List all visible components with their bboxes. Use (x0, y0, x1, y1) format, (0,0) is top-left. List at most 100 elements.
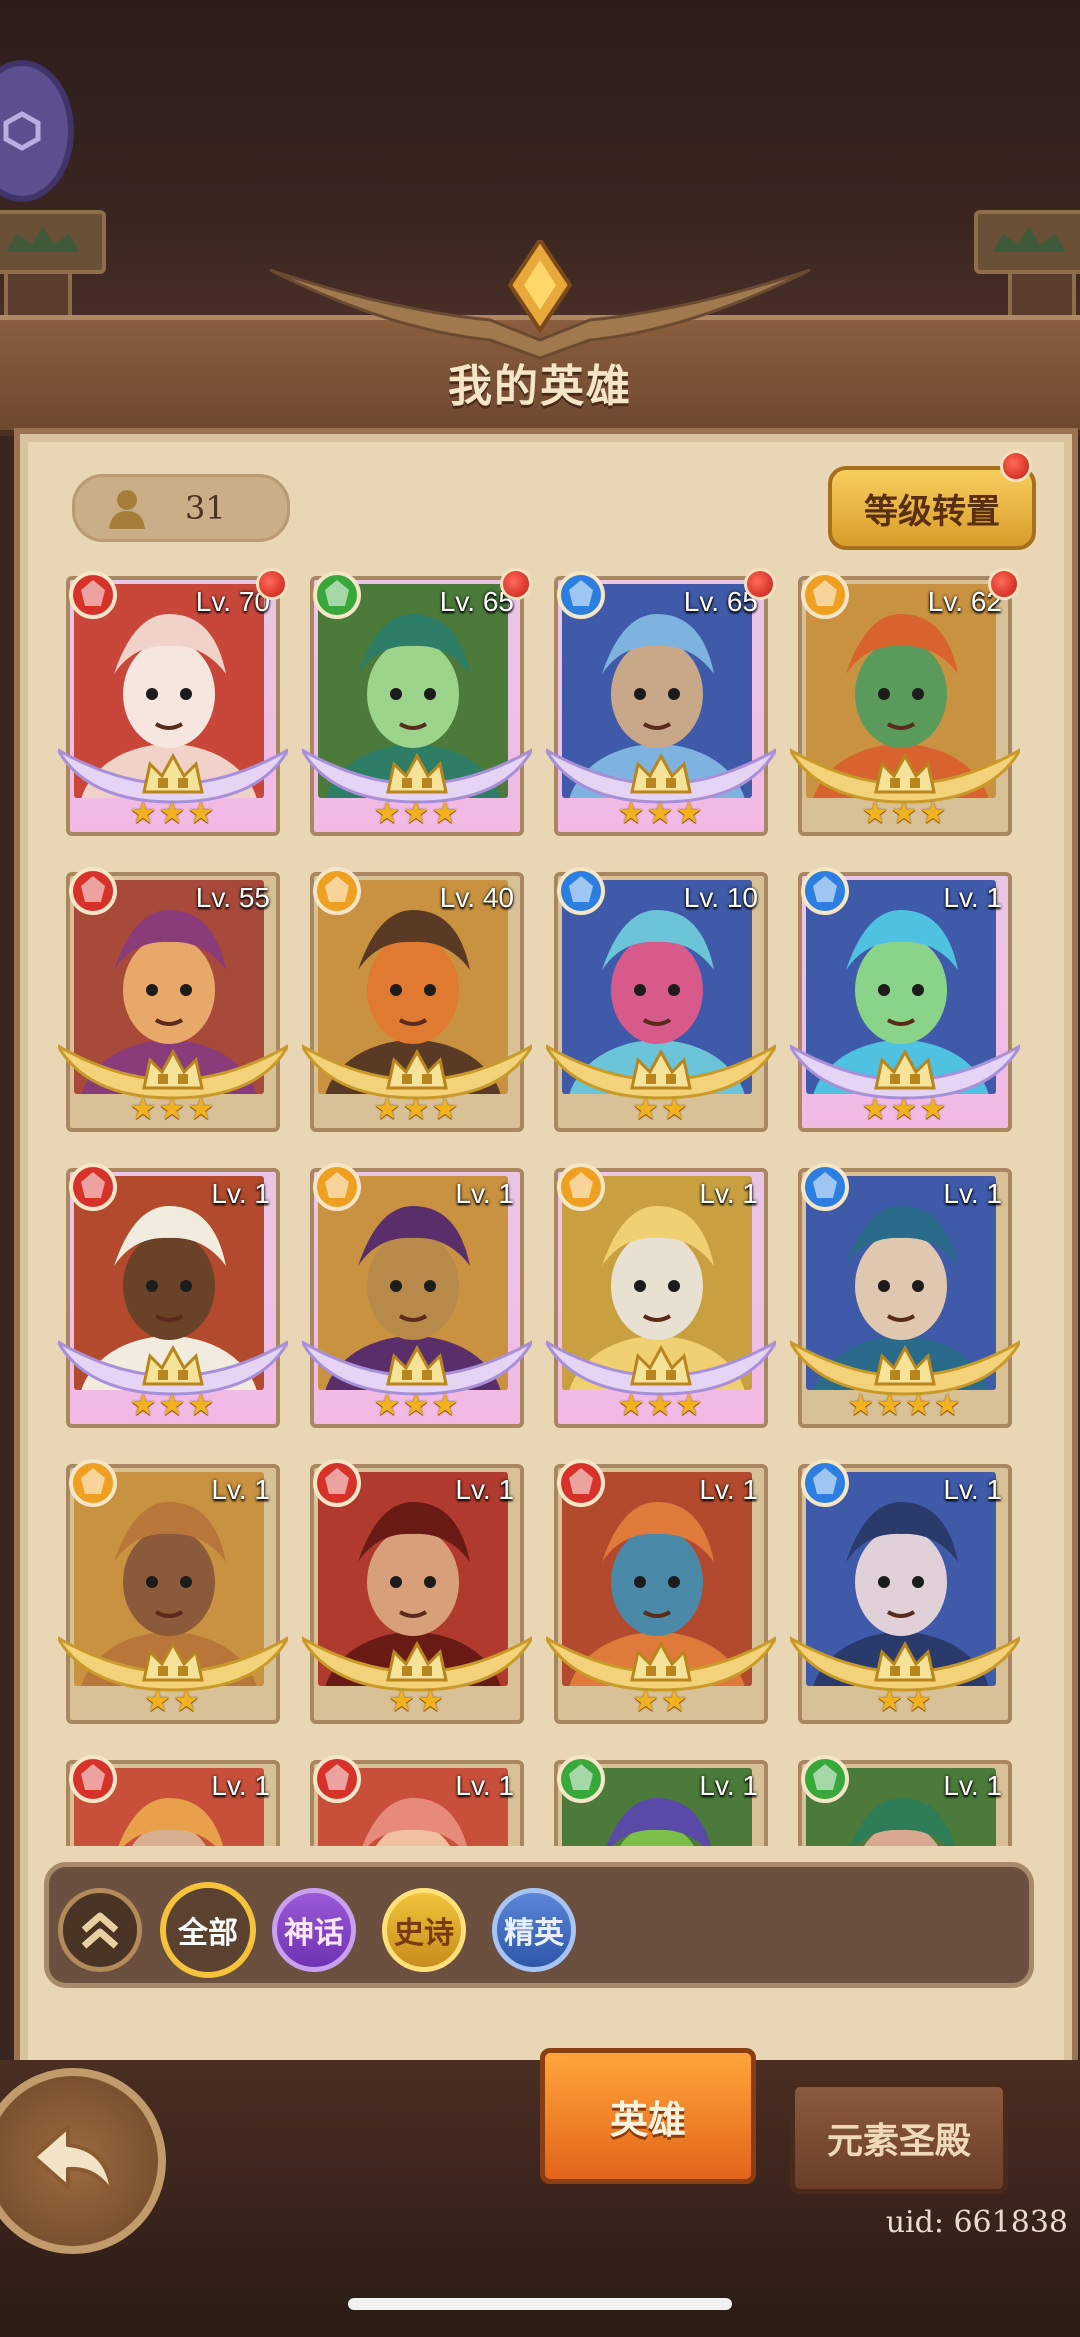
notification-dot (256, 568, 288, 600)
title-ornament-icon (270, 240, 810, 360)
notification-dot (500, 568, 532, 600)
filter-elite-button[interactable]: 精英 (492, 1888, 576, 1972)
rank-crest-icon (386, 1640, 448, 1682)
hero-stars: ★★★ (129, 1388, 217, 1423)
hero-card[interactable]: Lv. 62 ★★★ (790, 568, 1020, 836)
hero-level: Lv. 40 (439, 882, 514, 913)
hero-card[interactable]: Lv. 1 ★★★★ (790, 1163, 1020, 1428)
hero-stars: ★★★ (129, 796, 217, 831)
rank-crest-icon (874, 752, 936, 794)
hero-stars: ★★★ (617, 796, 705, 831)
fire-element-icon (557, 1459, 605, 1507)
rank-crest-icon (142, 1048, 204, 1090)
hero-count-badge: 31 (72, 474, 290, 542)
hero-level: Lv. 1 (943, 882, 1002, 913)
hero-stars: ★★ (876, 1684, 934, 1719)
rank-crest-icon (630, 1048, 692, 1090)
rank-crest-icon (630, 1344, 692, 1386)
hero-stars: ★★ (144, 1684, 202, 1719)
hero-stars: ★★★ (373, 1092, 461, 1127)
notification-dot (1000, 450, 1032, 482)
filter-epic-button[interactable]: 史诗 (382, 1888, 466, 1972)
hero-count: 31 (185, 489, 226, 527)
hero-stars: ★★★ (373, 1388, 461, 1423)
left-pillar (0, 210, 108, 330)
hero-card[interactable]: Lv. 70 ★★★ (58, 568, 288, 836)
light-element-icon (801, 571, 849, 619)
hero-card[interactable]: Lv. 1 ★★★ (302, 1163, 532, 1428)
rank-crest-icon (142, 1344, 204, 1386)
light-element-icon (557, 1163, 605, 1211)
hero-card[interactable]: Lv. 65 ★★★ (546, 568, 776, 836)
hero-card[interactable]: Lv. 1 (310, 1755, 524, 1846)
filter-all-button[interactable]: 全部 (160, 1882, 256, 1978)
user-id: uid: 661838 (885, 2205, 1068, 2240)
hero-stars: ★★ (632, 1684, 690, 1719)
hero-card[interactable]: Lv. 55 ★★★ (58, 867, 288, 1132)
nature-element-icon (557, 1755, 605, 1803)
hero-card[interactable]: Lv. 1 (798, 1755, 1012, 1846)
fire-element-icon (69, 571, 117, 619)
hero-stars: ★★★ (617, 1388, 705, 1423)
tab-element-temple[interactable]: 元素圣殿 (790, 2082, 1008, 2194)
hero-card[interactable]: Lv. 1 ★★★ (790, 867, 1020, 1132)
hero-stars: ★★★ (373, 796, 461, 831)
hero-card[interactable]: Lv. 1 ★★ (790, 1459, 1020, 1724)
water-element-icon (801, 867, 849, 915)
home-indicator[interactable] (348, 2298, 732, 2310)
hero-card[interactable]: Lv. 65 ★★★ (302, 568, 532, 836)
hero-level: Lv. 1 (699, 1770, 758, 1801)
page-title: 我的英雄 (448, 361, 632, 412)
rank-crest-icon (386, 1344, 448, 1386)
hero-card[interactable]: Lv. 1 ★★ (58, 1459, 288, 1724)
light-element-icon (313, 1163, 361, 1211)
hero-card[interactable]: Lv. 1 (66, 1755, 280, 1846)
hero-level: Lv. 1 (211, 1474, 270, 1505)
right-pillar (972, 210, 1080, 330)
fire-element-icon (69, 867, 117, 915)
notification-dot (744, 568, 776, 600)
light-element-icon (313, 867, 361, 915)
light-element-icon (69, 1459, 117, 1507)
hero-card[interactable]: Lv. 1 ★★ (302, 1459, 532, 1724)
collapse-button[interactable] (58, 1888, 142, 1972)
fire-element-icon (313, 1755, 361, 1803)
nature-element-icon (313, 571, 361, 619)
rank-crest-icon (874, 1344, 936, 1386)
rank-crest-icon (630, 1640, 692, 1682)
hero-level: Lv. 1 (455, 1770, 514, 1801)
water-element-icon (801, 1163, 849, 1211)
fire-element-icon (69, 1755, 117, 1803)
hero-card[interactable]: Lv. 1 ★★★ (546, 1163, 776, 1428)
fire-element-icon (69, 1163, 117, 1211)
hero-level: Lv. 10 (683, 882, 758, 913)
hero-level: Lv. 1 (455, 1474, 514, 1505)
hero-level: Lv. 1 (211, 1770, 270, 1801)
water-element-icon (557, 867, 605, 915)
hero-card[interactable]: Lv. 1 (554, 1755, 768, 1846)
rank-crest-icon (874, 1048, 936, 1090)
hero-stars: ★★★ (129, 1092, 217, 1127)
hero-level: Lv. 1 (943, 1474, 1002, 1505)
hero-stars: ★★ (388, 1684, 446, 1719)
water-element-icon (557, 571, 605, 619)
rank-crest-icon (142, 752, 204, 794)
hero-card[interactable]: Lv. 1 ★★ (546, 1459, 776, 1724)
hero-level: Lv. 1 (699, 1178, 758, 1209)
level-transfer-button[interactable]: 等级转置 (828, 466, 1036, 550)
hero-level: Lv. 55 (195, 882, 270, 913)
rank-crest-icon (386, 1048, 448, 1090)
tab-heroes[interactable]: 英雄 (540, 2048, 756, 2184)
rank-crest-icon (386, 752, 448, 794)
double-chevron-up-icon (81, 1912, 119, 1949)
hero-level: Lv. 1 (699, 1474, 758, 1505)
hero-card[interactable]: Lv. 10 ★★ (546, 867, 776, 1132)
rank-crest-icon (142, 1640, 204, 1682)
hero-card[interactable]: Lv. 40 ★★★ (302, 867, 532, 1132)
water-element-icon (801, 1459, 849, 1507)
hero-level: Lv. 1 (211, 1178, 270, 1209)
filter-mythic-button[interactable]: 神话 (272, 1888, 356, 1972)
rank-crest-icon (630, 752, 692, 794)
hero-stars: ★★★★ (847, 1388, 963, 1423)
hero-card[interactable]: Lv. 1 ★★★ (58, 1163, 288, 1428)
